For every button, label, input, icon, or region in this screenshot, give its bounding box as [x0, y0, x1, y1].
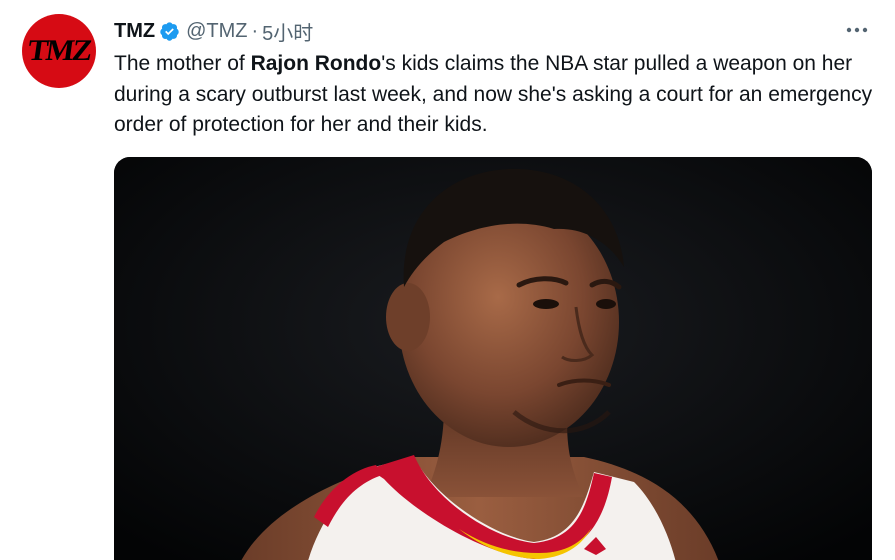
timestamp[interactable]: 5小时 [262, 17, 313, 46]
tweet-text: The mother of Rajon Rondo's kids claims … [114, 49, 884, 141]
separator-dot: · [251, 19, 259, 42]
tweet-card[interactable]: TMZ TMZ @TMZ · 5小时 The mother of Rajon R… [0, 0, 895, 560]
avatar[interactable]: TMZ [22, 14, 96, 88]
basketball-player-image [114, 157, 872, 560]
tweet-mention-bold: Rajon Rondo [250, 52, 382, 75]
author-handle[interactable]: @TMZ [186, 20, 247, 43]
tweet-header: TMZ @TMZ · 5小时 [114, 17, 313, 46]
author-name[interactable]: TMZ [114, 20, 155, 43]
avatar-logo-text: TMZ [25, 34, 93, 67]
tweet-media-photo[interactable] [114, 157, 872, 560]
verified-badge-icon [159, 21, 180, 42]
tweet-text-before: The mother of [114, 52, 251, 75]
more-options-icon[interactable] [843, 20, 871, 40]
